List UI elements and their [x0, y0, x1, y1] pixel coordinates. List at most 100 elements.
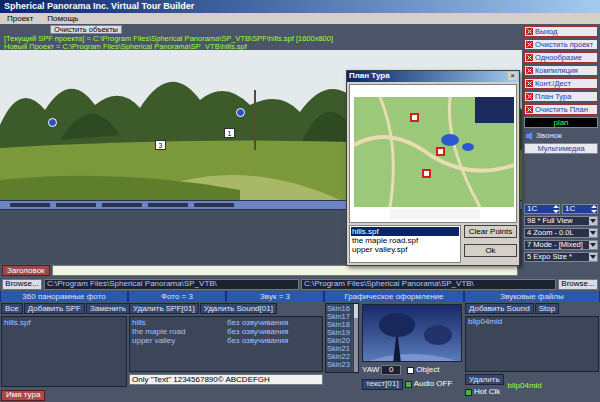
sound-list[interactable]: blip04mid	[465, 316, 599, 372]
skin-item[interactable]: Skin16	[327, 305, 353, 313]
side-button[interactable]: План Тура	[524, 91, 598, 102]
plan-file-item[interactable]: hills.spf	[351, 227, 459, 236]
browse-button[interactable]: Browse...	[2, 279, 42, 290]
dropdown[interactable]: 5 Expo Size *	[524, 252, 598, 262]
text-button[interactable]: текст[01]	[362, 379, 403, 390]
hotspot-marker[interactable]: 3	[155, 140, 166, 150]
side-button-label: План Тура	[535, 93, 571, 101]
close-button[interactable]: ×	[508, 72, 517, 80]
speaker-icon	[526, 132, 534, 140]
skin-item[interactable]: Skin20	[327, 337, 353, 345]
spf-button[interactable]: Заменить	[86, 303, 130, 314]
scrollbar[interactable]	[354, 304, 358, 372]
audio-off-checkbox-box[interactable]	[405, 381, 412, 388]
menu-item[interactable]: Проект	[4, 15, 36, 23]
browse-button[interactable]: Browse...	[558, 279, 598, 290]
skin-item[interactable]: Skin18	[327, 321, 353, 329]
dropdown[interactable]: 4 Zoom - 0.0L	[524, 228, 598, 238]
plan-button[interactable]: Ok	[464, 244, 517, 257]
dropdown[interactable]: 7 Mode - [Mixed]	[524, 240, 598, 250]
scene-cell: hills	[131, 319, 226, 327]
sound-folder-field[interactable]: C:\Program Files\Spherical Panorama\SP_V…	[301, 279, 556, 290]
hotspot-pin-icon[interactable]	[236, 108, 245, 117]
clear-objects-button[interactable]: Очистить объекты	[50, 25, 122, 34]
delete-sound-button[interactable]: Удалить	[465, 374, 504, 385]
menu-item[interactable]: Помощь	[44, 15, 81, 23]
side-button[interactable]: Очистить План	[524, 104, 598, 115]
tool-icon	[526, 93, 533, 100]
hotspot-marker[interactable]: 1	[224, 128, 235, 138]
scene-button[interactable]: Удалить Sound[01]	[200, 303, 277, 314]
hotspot-pin-icon[interactable]	[48, 118, 57, 127]
scene-list[interactable]: hillsбез озвучиванияthe maple roadбез оз…	[129, 316, 323, 372]
spf-button[interactable]: Все	[1, 303, 23, 314]
plan-button[interactable]: Clear Points	[464, 225, 517, 238]
sound-link[interactable]: Звонок	[524, 130, 598, 141]
section-header-label: 360 панорамные фото	[22, 293, 105, 301]
side-button-label: Очистить План	[535, 106, 588, 114]
plan-file-item[interactable]: upper valley.spf	[351, 245, 459, 254]
dropdown[interactable]: 98 * Full View	[524, 216, 598, 226]
section-header: Фото = 3	[128, 291, 226, 302]
side-button-label: Компиляция	[535, 67, 578, 75]
section-header-label: Звук = 3	[260, 293, 290, 301]
skin-item[interactable]: Skin21	[327, 345, 353, 353]
sound-item[interactable]: blip04mid	[467, 318, 597, 327]
side-button[interactable]: Однообразие	[524, 52, 598, 63]
tour-name-button[interactable]: Имя тура	[1, 390, 45, 401]
hot-click-checkbox-box[interactable]	[465, 389, 472, 396]
plan-window[interactable]: План Тура × hills.spfthe maple road.spfu…	[346, 70, 520, 266]
dropdown-arrow-icon[interactable]	[589, 253, 597, 261]
sound-button[interactable]: Stop	[535, 303, 559, 314]
scene-row[interactable]: hillsбез озвучивания	[131, 318, 321, 327]
side-button[interactable]: Очистить проект	[524, 39, 598, 50]
object-checkbox-box[interactable]	[407, 367, 414, 374]
spf-folder-field[interactable]: C:\Program Files\Spherical Panorama\SP_V…	[44, 279, 299, 290]
dropdown-value: 7 Mode - [Mixed]	[527, 241, 583, 249]
dropdown-arrow-icon[interactable]	[589, 241, 597, 249]
side-button-label: Конт./Дест	[535, 80, 571, 88]
side-button[interactable]: Компиляция	[524, 65, 598, 76]
plan-window-title: План Тура	[349, 72, 390, 80]
scene-cell: upper valley	[131, 337, 226, 345]
spf-item[interactable]: hills.spf	[3, 318, 125, 327]
sound-button[interactable]: Добавить Sound	[465, 303, 534, 314]
skin-item[interactable]: Skin22	[327, 353, 353, 361]
text-sample-field[interactable]: Only "Text" 1234567890© ABCDEFGH	[129, 374, 323, 385]
scene-row[interactable]: the maple roadбез озвучивания	[131, 327, 321, 336]
title-field[interactable]	[52, 265, 518, 276]
side-button[interactable]: Выход	[524, 26, 598, 37]
title-label: Заголовок	[2, 265, 50, 276]
hot-click-checkbox[interactable]: Hot Clk	[465, 387, 504, 397]
side-button[interactable]: Конт./Дест	[524, 78, 598, 89]
plan-file-name: hills.spf	[352, 228, 379, 236]
menu-bar: Проект Помощь	[0, 13, 600, 24]
plan-field[interactable]: plan	[524, 117, 598, 128]
spf-list[interactable]: hills.spf	[1, 316, 127, 387]
dropdown-arrow-icon[interactable]	[589, 217, 597, 225]
object-checkbox[interactable]: Object	[407, 365, 439, 375]
spinner[interactable]: 1C	[562, 204, 598, 214]
skin-item[interactable]: Skin17	[327, 313, 353, 321]
spinner[interactable]: 1C	[524, 204, 560, 214]
spf-button[interactable]: Добавить SPF	[24, 303, 85, 314]
plan-file-list[interactable]: hills.spfthe maple road.spfupper valley.…	[349, 225, 461, 263]
tour-map[interactable]	[349, 84, 517, 223]
spinner-value: 1C	[527, 205, 537, 213]
multimedia-button[interactable]: Мультимедиа	[524, 143, 598, 154]
title-bar: Spherical Panorama Inc. Virtual Tour Bui…	[0, 0, 600, 13]
scene-cell: the maple road	[131, 328, 226, 336]
yaw-field[interactable]: 0	[381, 365, 401, 375]
plan-file-item[interactable]: the maple road.spf	[351, 236, 459, 245]
skin-item[interactable]: Skin23	[327, 361, 353, 369]
skin-item[interactable]: Skin19	[327, 329, 353, 337]
scene-row[interactable]: upper valleyбез озвучивания	[131, 336, 321, 345]
skin-list[interactable]: Skin16Skin17Skin18Skin19Skin20Skin21Skin…	[326, 304, 354, 372]
spin-arrows-icon[interactable]	[591, 205, 597, 213]
audio-off-checkbox[interactable]: Audio OFF	[405, 379, 453, 389]
scene-button[interactable]: Удалить SPF[01]	[129, 303, 199, 314]
tool-icon	[526, 67, 533, 74]
dropdown-arrow-icon[interactable]	[589, 229, 597, 237]
yaw-label: YAW	[362, 366, 379, 374]
spin-arrows-icon[interactable]	[553, 205, 559, 213]
